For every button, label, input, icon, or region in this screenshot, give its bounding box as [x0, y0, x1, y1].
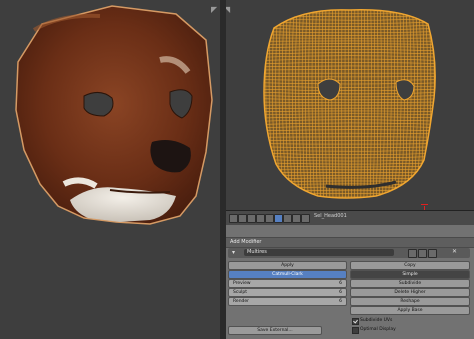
modifier-header: ▾ Multires ✕: [228, 248, 470, 258]
textured-mask-render: [15, 5, 213, 225]
show-render-icon[interactable]: [428, 249, 437, 258]
render-icon[interactable]: [238, 214, 247, 223]
corner-drag-icon[interactable]: ◥: [226, 6, 230, 14]
reshape-button[interactable]: Reshape: [350, 297, 470, 306]
apply-base-button[interactable]: Apply Base: [350, 306, 470, 315]
render-label: Render: [233, 299, 250, 304]
add-modifier-dropdown[interactable]: Add Modifier: [226, 237, 474, 248]
show-viewport-icon[interactable]: [418, 249, 427, 258]
subdivide-uvs-label: Subdivide UVs: [360, 318, 393, 323]
optimal-display-checkbox[interactable]: [352, 327, 359, 334]
sculpt-label: Sculpt: [233, 290, 248, 295]
preview-value: 6: [339, 281, 342, 286]
material-icon[interactable]: [292, 214, 301, 223]
properties-header: Sel_Head001: [226, 210, 474, 225]
optimal-display-label: Optimal Display: [360, 327, 396, 332]
left-3d-viewport[interactable]: ◤: [0, 0, 220, 339]
sculpt-value: 6: [339, 290, 342, 295]
data-icon[interactable]: [283, 214, 292, 223]
corner-drag-icon[interactable]: ◤: [211, 6, 217, 14]
modifier-name-field[interactable]: Multires: [244, 249, 394, 256]
modifier-wrench-icon[interactable]: [274, 214, 283, 223]
texture-icon[interactable]: [301, 214, 310, 223]
right-3d-viewport[interactable]: ◥: [226, 0, 474, 210]
subdivide-button[interactable]: Subdivide: [350, 279, 470, 288]
save-external-button[interactable]: Save External...: [228, 326, 322, 335]
catmull-clark-button[interactable]: Catmull-Clark: [228, 270, 347, 279]
sculpt-levels-field[interactable]: Sculpt 6: [228, 288, 347, 297]
collapse-arrow-icon[interactable]: ▾: [232, 249, 235, 256]
object-icon[interactable]: [265, 214, 274, 223]
simple-button[interactable]: Simple: [350, 270, 470, 279]
editor-type-icon[interactable]: [229, 214, 238, 223]
object-name-breadcrumb: Sel_Head001: [314, 213, 347, 219]
subdivide-uvs-checkbox[interactable]: [352, 318, 359, 325]
render-levels-field[interactable]: Render 6: [228, 297, 347, 306]
wireframe-edge: [438, 6, 445, 204]
apply-button[interactable]: Apply: [228, 261, 347, 270]
close-icon[interactable]: ✕: [452, 248, 457, 255]
wireframe-edge: [434, 9, 436, 199]
preview-label: Preview: [233, 281, 251, 286]
preview-levels-field[interactable]: Preview 6: [228, 279, 347, 288]
delete-higher-button[interactable]: Delete Higher: [350, 288, 470, 297]
add-modifier-label: Add Modifier: [230, 239, 262, 245]
wireframe-edge: [262, 200, 440, 201]
wireframe-mask-render: [262, 6, 445, 204]
show-editmode-icon[interactable]: [408, 249, 417, 258]
scene-icon[interactable]: [247, 214, 256, 223]
world-icon[interactable]: [256, 214, 265, 223]
render-value: 6: [339, 299, 342, 304]
copy-button[interactable]: Copy: [350, 261, 470, 270]
